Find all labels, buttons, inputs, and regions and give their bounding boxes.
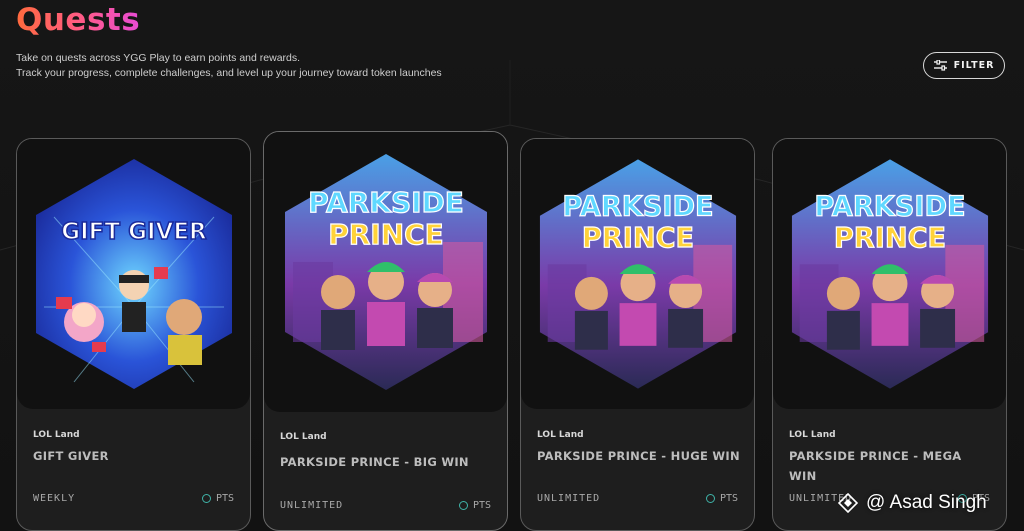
gift-giver-hexagon-art: GIFT GIVER — [35, 159, 232, 389]
quests-page: Quests Take on quests across YGG Play to… — [0, 0, 1024, 531]
filter-button[interactable]: FILTER — [923, 52, 1005, 79]
quest-card-points-label: PTS — [215, 493, 234, 504]
page-subtitle-line-2: Track your progress, complete challenges… — [16, 67, 442, 79]
svg-text:PRINCE: PRINCE — [581, 223, 693, 254]
points-coin-icon — [458, 501, 468, 510]
svg-text:PARKSIDE: PARKSIDE — [562, 192, 713, 223]
quest-card-points: PTS — [201, 493, 234, 504]
svg-text:PARKSIDE: PARKSIDE — [814, 192, 965, 223]
quest-card-game: LOL Land — [33, 430, 80, 440]
binance-diamond-icon — [838, 493, 858, 513]
quest-card-game: LOL Land — [280, 432, 327, 442]
points-coin-icon — [705, 494, 715, 503]
watermark-text: @ Asad Singh — [866, 492, 987, 513]
svg-text:GIFT GIVER: GIFT GIVER — [61, 219, 207, 245]
quest-card-frequency: WEEKLY — [33, 493, 76, 504]
svg-text:PRINCE: PRINCE — [328, 218, 444, 251]
quest-card-parkside-prince-huge-win[interactable]: PARKSIDE PRINCE LOL Land PARKSIDE PRINCE… — [520, 138, 755, 531]
parkside-prince-hexagon-art: PARKSIDE PRINCE — [791, 159, 988, 389]
quest-card-frequency: UNLIMITED — [537, 493, 601, 504]
quest-card-art: PARKSIDE PRINCE — [264, 132, 507, 412]
page-title: Quests — [16, 2, 141, 38]
quest-card-name: PARKSIDE PRINCE - MEGA WIN — [789, 449, 962, 483]
svg-text:PRINCE: PRINCE — [833, 223, 945, 254]
watermark: @ Asad Singh — [838, 492, 987, 514]
quest-card-game: LOL Land — [537, 430, 584, 440]
quest-card-parkside-prince-mega-win[interactable]: PARKSIDE PRINCE LOL Land PARKSIDE PRINCE… — [772, 138, 1007, 531]
quest-card-art: PARKSIDE PRINCE — [521, 139, 754, 409]
quest-card-name: PARKSIDE PRINCE - BIG WIN — [280, 455, 469, 469]
points-coin-icon — [201, 494, 211, 503]
quest-card-points-label: PTS — [719, 493, 738, 504]
quest-card-points: PTS — [458, 500, 491, 511]
quest-card-art: GIFT GIVER — [17, 139, 250, 409]
filter-sliders-icon — [933, 60, 947, 71]
quest-card-art: PARKSIDE PRINCE — [773, 139, 1006, 409]
quest-card-parkside-prince-big-win[interactable]: PARKSIDE PRINCE LOL Land PARKSIDE PRINCE… — [263, 131, 508, 531]
quest-card-gift-giver[interactable]: GIFT GIVER LOL Land GIFT GIVER WEEKLY PT… — [16, 138, 251, 531]
parkside-prince-hexagon-art: PARKSIDE PRINCE — [539, 159, 736, 389]
quest-card-game: LOL Land — [789, 430, 836, 440]
quest-card-frequency: UNLIMITED — [280, 500, 344, 511]
quest-card-points-label: PTS — [472, 500, 491, 511]
filter-button-label: FILTER — [953, 60, 995, 71]
svg-text:PARKSIDE: PARKSIDE — [308, 186, 464, 219]
quest-card-points: PTS — [705, 493, 738, 504]
quest-card-name: PARKSIDE PRINCE - HUGE WIN — [537, 449, 740, 463]
parkside-prince-hexagon-art: PARKSIDE PRINCE — [284, 154, 487, 390]
page-subtitle-line-1: Take on quests across YGG Play to earn p… — [16, 52, 301, 64]
quest-card-name: GIFT GIVER — [33, 449, 109, 463]
